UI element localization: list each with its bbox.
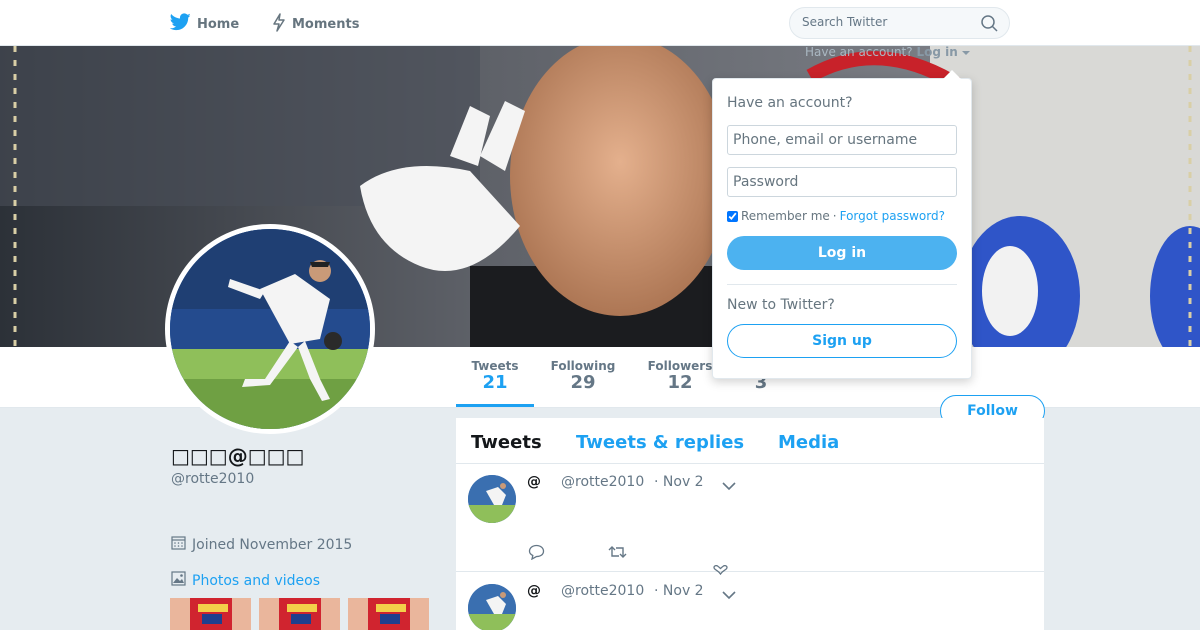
login-prompt-link[interactable]: Log in [916,45,957,59]
stat-tweets-count: 21 [482,372,508,393]
tweet-author-name[interactable]: @ [527,583,541,599]
tweet-timestamp[interactable]: · Nov 2 [654,474,704,490]
photo-thumbnail[interactable] [348,598,429,630]
chevron-down-icon[interactable] [722,476,736,495]
reply-icon[interactable] [528,544,545,564]
top-navigation: Home Moments [0,0,1200,46]
search-input[interactable] [802,15,972,29]
remember-me: Remember me · Forgot password? [727,209,945,223]
photo-thumbnail[interactable] [259,598,340,630]
password-field[interactable] [727,167,957,197]
stat-tweets-label: Tweets [471,359,519,373]
lightning-icon [272,13,286,36]
stat-following-label: Following [550,359,616,373]
login-prompt: Have an account? Log in [805,45,970,59]
tweet-author-handle[interactable]: @rotte2010 [561,474,644,490]
stat-followers[interactable]: Followers 12 [645,359,715,393]
stat-following-count: 29 [570,372,596,393]
search-icon[interactable] [981,15,998,36]
profile-display-name: □□□@□□□ [171,444,305,468]
calendar-icon [171,535,186,554]
tweet-avatar[interactable] [468,584,516,630]
signup-button[interactable]: Sign up [727,324,957,358]
joined-date-text: Joined November 2015 [192,536,353,553]
login-prompt-text: Have an account? [805,45,913,59]
twitter-bird-icon [169,13,191,35]
photo-thumbnail[interactable] [170,598,251,630]
retweet-icon[interactable] [608,544,627,564]
remember-me-checkbox[interactable] [727,210,738,222]
stat-following[interactable]: Following 29 [548,359,618,393]
tweet[interactable]: @ @rotte2010 · Nov 2 [456,464,1044,576]
timeline: Tweets Tweets & replies Media @ @rotte20… [456,418,1044,630]
username-field[interactable] [727,125,957,155]
nav-home[interactable]: Home [169,13,240,35]
tweet-timestamp[interactable]: · Nov 2 [654,583,704,599]
signup-heading: New to Twitter? [727,297,835,313]
tweet-author-handle[interactable]: @rotte2010 [561,583,644,599]
timeline-tabs: Tweets Tweets & replies Media [456,418,1044,464]
nav-moments-label: Moments [292,17,360,32]
profile-avatar[interactable] [165,224,375,434]
login-dropdown-heading: Have an account? [727,95,853,111]
profile-handle[interactable]: @rotte2010 [171,471,254,487]
tab-media[interactable]: Media [778,432,839,453]
nav-moments[interactable]: Moments [272,13,359,36]
login-button[interactable]: Log in [727,236,957,270]
tab-tweets-and-replies[interactable]: Tweets & replies [576,432,744,453]
tab-tweets[interactable]: Tweets [471,432,542,453]
stat-tweets[interactable]: Tweets 21 [456,359,534,407]
joined-date: Joined November 2015 [171,535,352,554]
forgot-password-link[interactable]: Forgot password? [840,209,945,223]
caret-down-icon[interactable] [961,45,970,59]
stat-followers-label: Followers [647,359,713,373]
remember-me-label: Remember me [741,209,830,223]
tweet-avatar[interactable] [468,475,516,523]
login-dropdown: Have an account? Remember me · Forgot pa… [712,70,972,379]
photos-and-videos-link[interactable]: Photos and videos [171,571,320,590]
stat-followers-count: 12 [667,372,693,393]
nav-home-label: Home [197,16,240,32]
chevron-down-icon[interactable] [722,585,736,604]
tweet[interactable]: @ @rotte2010 · Nov 2 [456,573,1044,630]
search-box [789,7,1010,39]
divider [727,284,957,285]
tweet-author-name[interactable]: @ [527,474,541,490]
photos-and-videos-label: Photos and videos [192,572,321,589]
image-icon [171,571,186,590]
separator-dot: · [832,209,837,223]
